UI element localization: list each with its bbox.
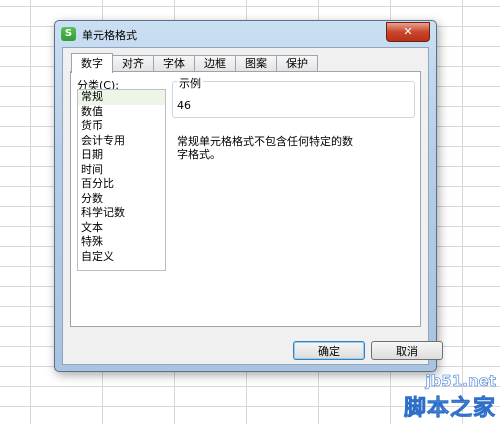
category-item-text[interactable]: 文本 bbox=[78, 221, 165, 236]
dialog-titlebar[interactable]: S 单元格格式 ✕ bbox=[55, 21, 436, 47]
category-item-special[interactable]: 特殊 bbox=[78, 235, 165, 250]
example-value: 46 bbox=[177, 99, 191, 112]
tab-number[interactable]: 数字 bbox=[71, 53, 113, 73]
category-item-general[interactable]: 常规 bbox=[78, 90, 165, 105]
example-label: 示例 bbox=[177, 75, 203, 91]
category-item-accounting[interactable]: 会计专用 bbox=[78, 134, 165, 149]
dialog-client-area: 数字 对齐 字体 边框 图案 保护 分类(C): 常规 数值 货币 会计专用 日… bbox=[62, 47, 443, 365]
category-item-date[interactable]: 日期 bbox=[78, 148, 165, 163]
watermark-name: 脚本之家 bbox=[403, 396, 496, 422]
category-item-fraction[interactable]: 分数 bbox=[78, 192, 165, 207]
cancel-button[interactable]: 取消 bbox=[371, 341, 443, 360]
tab-font[interactable]: 字体 bbox=[153, 55, 195, 72]
example-groupbox bbox=[172, 81, 415, 118]
tab-border[interactable]: 边框 bbox=[194, 55, 236, 72]
close-button[interactable]: ✕ bbox=[386, 22, 430, 42]
category-item-custom[interactable]: 自定义 bbox=[78, 250, 165, 265]
category-item-currency[interactable]: 货币 bbox=[78, 119, 165, 134]
site-watermark: jb51.net 脚本之家 bbox=[403, 372, 497, 422]
cell-format-dialog: S 单元格格式 ✕ 数字 对齐 字体 边框 图案 保护 分类(C): 常规 数值… bbox=[54, 20, 443, 372]
ok-button[interactable]: 确定 bbox=[293, 341, 365, 360]
tab-strip: 数字 对齐 字体 边框 图案 保护 bbox=[71, 53, 318, 73]
format-description: 常规单元格格式不包含任何特定的数字格式。 bbox=[177, 135, 353, 161]
dialog-title: 单元格格式 bbox=[82, 29, 137, 42]
watermark-site: jb51.net bbox=[425, 372, 496, 391]
tab-protection[interactable]: 保护 bbox=[276, 55, 318, 72]
category-list[interactable]: 常规 数值 货币 会计专用 日期 时间 百分比 分数 科学记数 文本 特殊 自定… bbox=[77, 89, 166, 271]
tab-pattern[interactable]: 图案 bbox=[235, 55, 277, 72]
category-item-number[interactable]: 数值 bbox=[78, 105, 165, 120]
tab-alignment[interactable]: 对齐 bbox=[112, 55, 154, 72]
number-tab-panel: 分类(C): 常规 数值 货币 会计专用 日期 时间 百分比 分数 科学记数 文… bbox=[70, 71, 421, 327]
category-item-percentage[interactable]: 百分比 bbox=[78, 177, 165, 192]
category-item-scientific[interactable]: 科学记数 bbox=[78, 206, 165, 221]
category-item-time[interactable]: 时间 bbox=[78, 163, 165, 178]
wps-app-icon: S bbox=[61, 27, 76, 41]
